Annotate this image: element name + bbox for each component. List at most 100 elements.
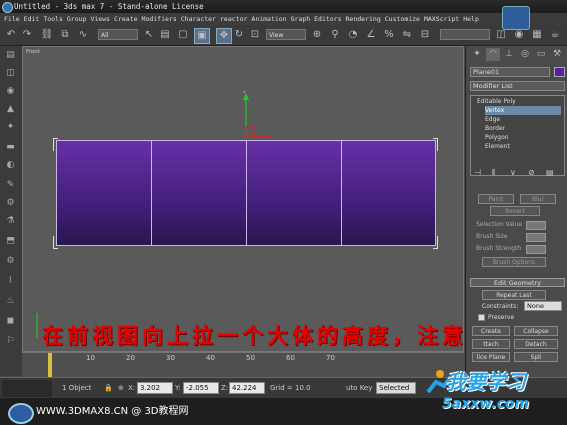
y-coord-field[interactable]: -2.055 [183,382,219,394]
link-icon[interactable]: ⛓ [40,28,54,42]
object-name-field[interactable]: Plane01 [470,67,550,77]
menu-edit[interactable]: Edit [24,15,40,23]
material-editor-icon[interactable]: ◉ [512,28,526,42]
percent-snap-icon[interactable]: % [382,28,396,42]
brush-options-button[interactable]: Brush Options [482,257,546,267]
menu-maxscript[interactable]: MAXScript [424,15,459,23]
constraints-dropdown[interactable]: None [524,301,562,311]
menu-character[interactable]: Character [181,15,216,23]
lock-selection-icon[interactable]: 🔒 [104,382,113,394]
select-and-rotate-icon[interactable]: ↻ [232,28,246,42]
object-color-swatch[interactable] [554,67,565,77]
redo-icon[interactable]: ↷ [20,28,34,42]
snaps-toggle-icon[interactable]: ◔ [346,28,360,42]
tool-icon[interactable]: ⌇ [4,276,17,287]
stack-item-selected[interactable]: Vertex [485,106,561,115]
tool-icon[interactable]: ⚗ [4,216,17,227]
stack-item[interactable]: Polygon [485,133,509,142]
menu-create[interactable]: Create [114,15,137,23]
attach-button[interactable]: ttach [472,339,510,349]
tool-icon[interactable]: ▲ [4,104,17,115]
absolute-mode-icon[interactable]: ⊕ [118,382,124,394]
tool-icon[interactable]: ▬ [4,142,17,153]
show-end-result-icon[interactable]: ⫴ [492,168,495,178]
angle-snap-icon[interactable]: ∠ [364,28,378,42]
z-coord-field[interactable]: 42.224 [229,382,265,394]
front-viewport[interactable]: Front y [22,46,464,352]
tool-icon[interactable]: ◫ [4,68,17,79]
stack-item[interactable]: Border [485,124,505,133]
curve-editor-icon[interactable]: ◫ [494,28,508,42]
create-button[interactable]: Create [472,326,510,336]
menu-animation[interactable]: Animation [251,15,286,23]
menu-reactor[interactable]: reactor [220,15,247,23]
undo-icon[interactable]: ↶ [4,28,18,42]
remove-modifier-icon[interactable]: ⊘ [528,168,535,177]
quick-render-icon[interactable]: ☕ [548,28,562,42]
tool-icon[interactable]: ♨ [4,296,17,307]
motion-tab-icon[interactable]: ◎ [518,48,532,61]
rectangular-selection-icon[interactable]: ▢ [176,28,190,42]
split-checkbox[interactable]: Spli [514,352,558,362]
modify-tab-icon[interactable]: ◠ [486,48,500,61]
align-icon[interactable]: ⊟ [418,28,432,42]
menu-rendering[interactable]: Rendering [346,15,381,23]
move-gizmo[interactable]: y [236,91,276,146]
repeat-last-button[interactable]: Repeat Last [482,290,546,300]
selection-value-spinner[interactable] [526,221,546,230]
named-selection-sets-dropdown[interactable] [440,29,490,40]
select-object-icon[interactable]: ↖ [142,28,156,42]
tool-icon[interactable]: ⚐ [4,336,17,347]
select-and-move-icon[interactable]: ✥ [216,28,232,44]
create-tab-icon[interactable]: ✦ [470,48,484,61]
menu-group[interactable]: Group [67,15,87,23]
tool-icon[interactable]: ▤ [4,50,17,61]
plane-object[interactable] [56,140,436,246]
detach-button[interactable]: Detach [514,339,558,349]
x-coord-field[interactable]: 3.202 [137,382,173,394]
tool-icon[interactable]: ✎ [4,180,17,191]
modifier-list-dropdown[interactable]: Modifier List [470,81,565,91]
pin-stack-icon[interactable]: ⊣ [474,168,481,177]
manipulate-icon[interactable]: ⚲ [328,28,342,42]
tool-icon[interactable]: ⚙ [4,256,17,267]
tool-icon[interactable]: ◉ [4,86,17,97]
viewport-label[interactable]: Front [26,49,40,55]
reference-coord-system-dropdown[interactable]: View [266,29,306,40]
brush-strength-spinner[interactable] [526,245,546,254]
menu-customize[interactable]: Customize [385,15,420,23]
menu-views[interactable]: Views [90,15,110,23]
hierarchy-tab-icon[interactable]: ⊥ [502,48,516,61]
brush-size-spinner[interactable] [526,233,546,242]
tool-icon[interactable]: ⚙ [4,198,17,209]
time-slider-handle[interactable] [48,353,52,377]
selection-filter-dropdown[interactable]: All [98,29,138,40]
menu-modifiers[interactable]: Modifiers [142,15,177,23]
revert-button[interactable]: Revert [490,206,540,216]
stack-item[interactable]: Element [485,142,510,151]
display-tab-icon[interactable]: ▭ [534,48,548,61]
key-filter-dropdown[interactable]: Selected [376,382,416,394]
maxscript-listener[interactable] [2,380,52,397]
select-and-scale-icon[interactable]: ⊡ [248,28,262,42]
preserve-uvs-checkbox[interactable] [478,314,485,321]
tool-icon[interactable]: ⬒ [4,236,17,247]
tool-icon[interactable]: ◼ [4,316,17,327]
time-ruler[interactable]: 10 20 30 40 50 60 70 [22,352,464,377]
blur-button[interactable]: Blur [520,194,556,204]
mirror-icon[interactable]: ⇋ [400,28,414,42]
unlink-icon[interactable]: ⧉ [58,28,72,42]
menu-tools[interactable]: Tools [43,15,63,23]
pivot-center-icon[interactable]: ⊕ [310,28,324,42]
tool-icon[interactable]: ◐ [4,160,17,171]
menu-help[interactable]: Help [463,15,479,23]
select-by-name-icon[interactable]: ▤ [158,28,172,42]
tool-icon[interactable]: ✦ [4,122,17,133]
stack-item[interactable]: Editable Poly [477,97,516,106]
configure-sets-icon[interactable]: ▤ [546,168,554,177]
stack-item[interactable]: Edge [485,115,500,124]
make-unique-icon[interactable]: ∨ [510,168,516,177]
slice-plane-button[interactable]: lice Plane [472,352,510,362]
bind-space-warp-icon[interactable]: ∿ [76,28,90,42]
window-crossing-icon[interactable]: ▣ [194,28,210,44]
